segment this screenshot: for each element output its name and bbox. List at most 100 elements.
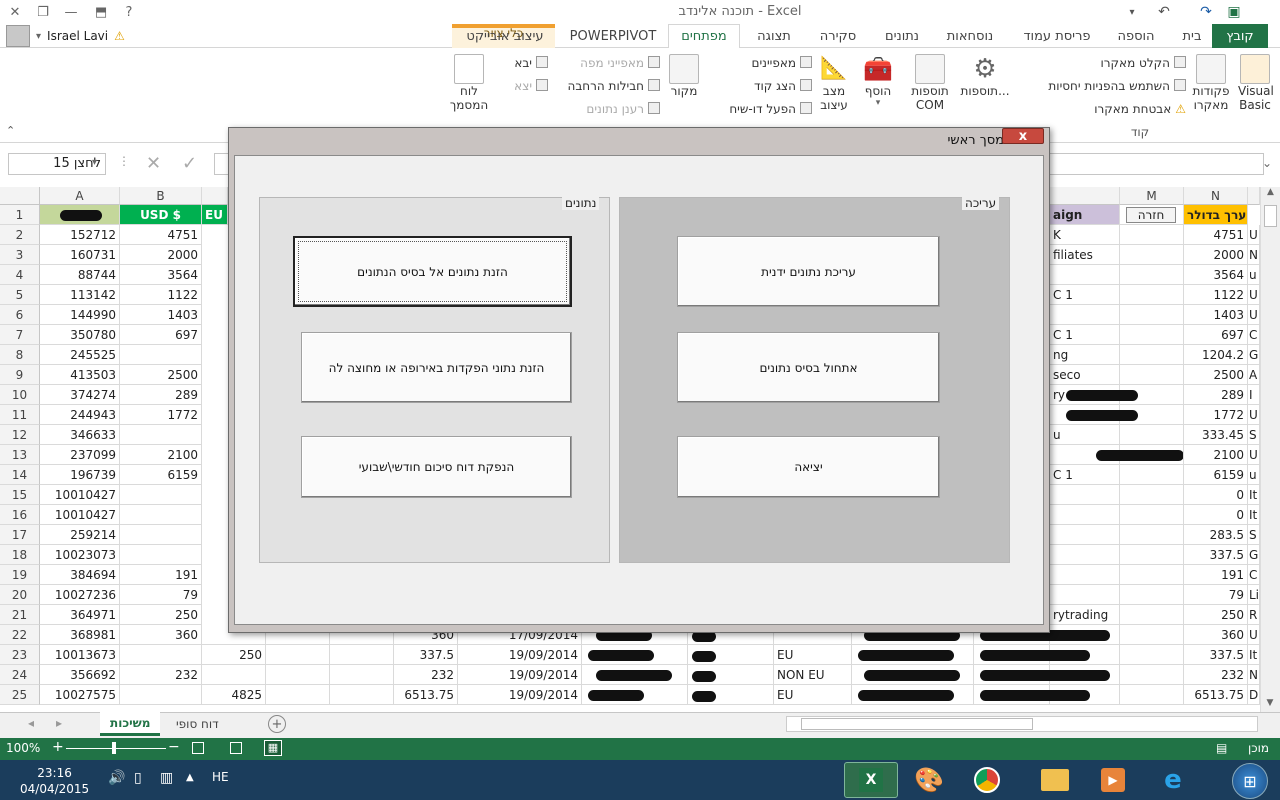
- cell-o[interactable]: Li: [1248, 585, 1260, 605]
- cell-b[interactable]: 3564: [120, 265, 202, 285]
- cell-a[interactable]: 413503: [40, 365, 120, 385]
- zoom-out-icon[interactable]: −: [168, 739, 180, 755]
- redo-icon[interactable]: ↷: [1196, 3, 1216, 21]
- column-header-m[interactable]: M: [1120, 187, 1184, 205]
- explorer-taskbar-icon[interactable]: [1028, 762, 1082, 798]
- cell-a[interactable]: 88744: [40, 265, 120, 285]
- cell-n[interactable]: 333.45: [1184, 425, 1248, 445]
- cell-n[interactable]: 697: [1184, 325, 1248, 345]
- cell-campaign[interactable]: [1050, 265, 1120, 285]
- row-header[interactable]: 13: [0, 445, 40, 465]
- cell-m[interactable]: [1120, 325, 1184, 345]
- cell-m[interactable]: [1120, 265, 1184, 285]
- manual-edit-button[interactable]: עריכת נתונים ידנית: [677, 236, 940, 307]
- cell-a[interactable]: 237099: [40, 445, 120, 465]
- column-header-b[interactable]: B: [120, 187, 202, 205]
- cell-campaign[interactable]: [1050, 585, 1120, 605]
- cell-date[interactable]: 19/09/2014: [458, 665, 582, 685]
- cancel-icon[interactable]: ✕: [146, 153, 161, 174]
- qat-customize-icon[interactable]: ▾: [1122, 3, 1142, 21]
- row-header[interactable]: 3: [0, 245, 40, 265]
- row-header[interactable]: 17: [0, 525, 40, 545]
- cell-n[interactable]: 0: [1184, 485, 1248, 505]
- row-header[interactable]: 15: [0, 485, 40, 505]
- sheet-scroll-right-icon[interactable]: ▸: [56, 716, 62, 730]
- row-header[interactable]: 24: [0, 665, 40, 685]
- cell-c[interactable]: [202, 665, 266, 685]
- cell-campaign[interactable]: [1050, 525, 1120, 545]
- tab-page-layout[interactable]: פריסת עמוד: [1012, 24, 1102, 48]
- paint-taskbar-icon[interactable]: 🎨: [902, 762, 956, 798]
- cell-b[interactable]: [120, 425, 202, 445]
- cell-m[interactable]: [1120, 565, 1184, 585]
- cell-m[interactable]: [1120, 505, 1184, 525]
- chevron-down-icon[interactable]: ▾: [92, 157, 97, 168]
- cell-campaign[interactable]: [1050, 565, 1120, 585]
- page-break-view-icon[interactable]: [192, 742, 204, 754]
- cell-b[interactable]: 1772: [120, 405, 202, 425]
- cell-a[interactable]: 152712: [40, 225, 120, 245]
- cell-o[interactable]: U: [1248, 405, 1260, 425]
- cell-a[interactable]: 10010427: [40, 505, 120, 525]
- tab-shape-format[interactable]: עיצוב אובייקט: [458, 24, 552, 48]
- cell-campaign[interactable]: rytrading: [1050, 605, 1120, 625]
- cell-n[interactable]: 1403: [1184, 305, 1248, 325]
- tab-data[interactable]: נתונים: [874, 24, 930, 48]
- media-player-taskbar-icon[interactable]: ▶: [1086, 762, 1140, 798]
- column-header-a[interactable]: A: [40, 187, 120, 205]
- cell-campaign[interactable]: [1050, 665, 1120, 685]
- cell-m[interactable]: [1120, 225, 1184, 245]
- row-header[interactable]: 6: [0, 305, 40, 325]
- row-header[interactable]: 22: [0, 625, 40, 645]
- tab-home[interactable]: בית: [1172, 24, 1212, 48]
- cell-b[interactable]: 2000: [120, 245, 202, 265]
- row-header[interactable]: 25: [0, 685, 40, 705]
- cell-o[interactable]: U: [1248, 445, 1260, 465]
- cell-e-blank[interactable]: [330, 645, 394, 665]
- cell-header-n[interactable]: ערך בדולר: [1184, 205, 1248, 225]
- user-account[interactable]: ▾ Israel Lavi ⚠: [6, 24, 125, 48]
- cell-a[interactable]: 364971: [40, 605, 120, 625]
- cell-campaign[interactable]: C 1: [1050, 465, 1120, 485]
- cell-o[interactable]: U: [1248, 285, 1260, 305]
- scroll-thumb[interactable]: [1264, 205, 1277, 227]
- expand-formula-icon[interactable]: ⌄: [1262, 156, 1272, 170]
- zoom-in-icon[interactable]: +: [52, 739, 64, 755]
- cell-n[interactable]: 2500: [1184, 365, 1248, 385]
- cell-o[interactable]: u: [1248, 265, 1260, 285]
- cell-b[interactable]: 360: [120, 625, 202, 645]
- row-header[interactable]: 5: [0, 285, 40, 305]
- row-header[interactable]: 9: [0, 365, 40, 385]
- power-icon[interactable]: ▯: [134, 770, 142, 786]
- cell-b[interactable]: 289: [120, 385, 202, 405]
- scroll-up-icon[interactable]: ▲: [1261, 187, 1280, 201]
- cell-o[interactable]: G: [1248, 345, 1260, 365]
- cell-o[interactable]: I: [1248, 385, 1260, 405]
- cell-b[interactable]: [120, 645, 202, 665]
- cell-c[interactable]: 250: [202, 645, 266, 665]
- cell-a[interactable]: 10013673: [40, 645, 120, 665]
- cell-a[interactable]: 384694: [40, 565, 120, 585]
- cell-campaign[interactable]: K: [1050, 225, 1120, 245]
- cell-m[interactable]: [1120, 345, 1184, 365]
- cell-campaign[interactable]: [1050, 485, 1120, 505]
- design-mode-button[interactable]: 📐 מצב עיצוב: [814, 54, 854, 112]
- cell-m[interactable]: [1120, 605, 1184, 625]
- cell-m[interactable]: [1120, 465, 1184, 485]
- cell-a[interactable]: 245525: [40, 345, 120, 365]
- cell-m[interactable]: [1120, 685, 1184, 705]
- cell-o[interactable]: D: [1248, 685, 1260, 705]
- cell-campaign[interactable]: u: [1050, 425, 1120, 445]
- relative-refs-button[interactable]: השתמש בהפניות יחסיות: [1028, 79, 1186, 93]
- cell-a[interactable]: 374274: [40, 385, 120, 405]
- cell-n[interactable]: 3564: [1184, 265, 1248, 285]
- cell-a[interactable]: 160731: [40, 245, 120, 265]
- cell-b[interactable]: 250: [120, 605, 202, 625]
- confirm-icon[interactable]: ✓: [182, 153, 197, 174]
- cell-campaign[interactable]: [1050, 305, 1120, 325]
- cell-b[interactable]: 79: [120, 585, 202, 605]
- add-sheet-icon[interactable]: +: [268, 715, 286, 733]
- cell-m[interactable]: [1120, 525, 1184, 545]
- cell-o[interactable]: It: [1248, 645, 1260, 665]
- cell-region[interactable]: NON EU: [774, 665, 852, 685]
